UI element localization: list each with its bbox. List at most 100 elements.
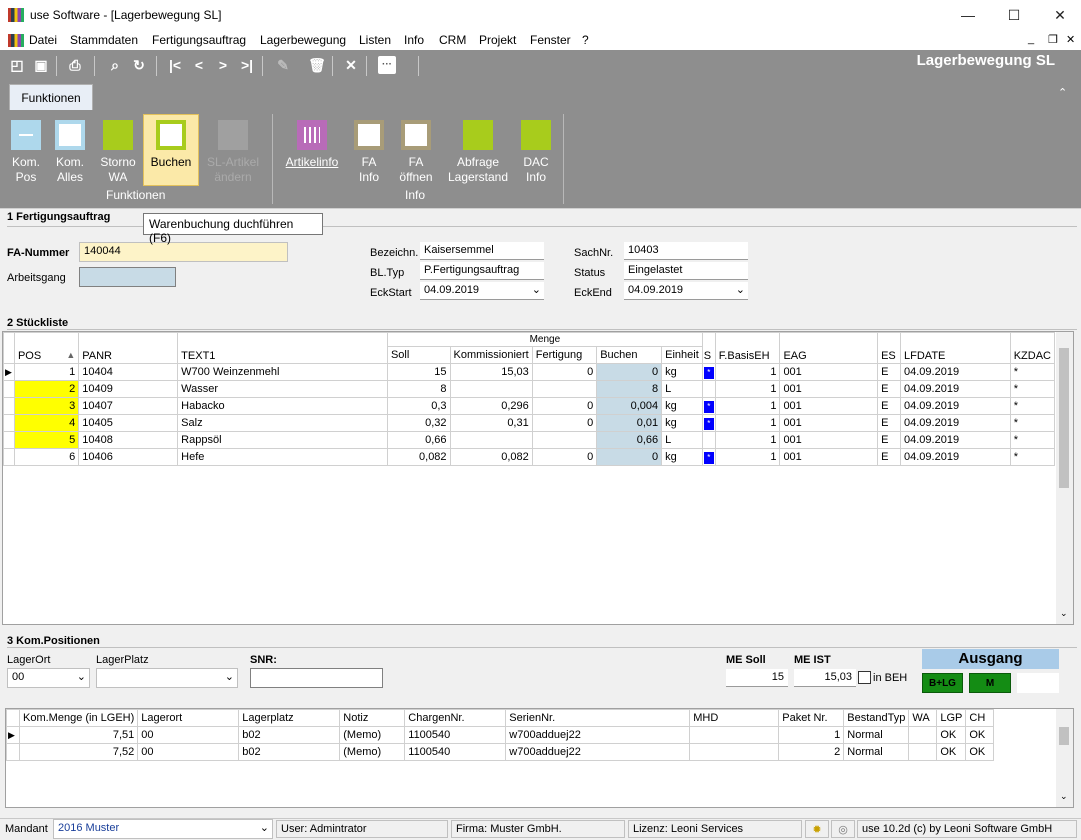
col-ch[interactable]: CH	[965, 709, 995, 727]
cell-buchen[interactable]: 0,004	[596, 397, 663, 415]
cell-buchen[interactable]: 8	[596, 380, 663, 398]
chevron-down-icon[interactable]: ⌄	[532, 283, 541, 296]
artikelinfo-button[interactable]: Artikelinfo	[281, 116, 343, 170]
save-icon[interactable]: ▣	[32, 56, 50, 74]
col-lagerplatz[interactable]: Lagerplatz	[238, 709, 341, 727]
delete-icon[interactable]: 🗑	[308, 56, 326, 74]
col-lagerort[interactable]: Lagerort	[137, 709, 240, 727]
col-seriennr[interactable]: SerienNr.	[505, 709, 691, 727]
next-record-icon[interactable]: >	[214, 56, 232, 74]
last-record-icon[interactable]: >|	[238, 56, 256, 74]
m-button[interactable]: M	[969, 673, 1011, 693]
close-button[interactable]: ✕	[1037, 0, 1081, 30]
scrollbar-thumb[interactable]	[1059, 727, 1069, 745]
col-notiz[interactable]: Notiz	[339, 709, 406, 727]
mdi-close-icon[interactable]: ✕	[1066, 33, 1075, 46]
eckstart-date[interactable]: 04.09.2019 ⌄	[420, 282, 544, 300]
table-row[interactable]: 7,52 00 b02 (Memo) 1100540 w700adduej22 …	[6, 743, 995, 761]
table-row[interactable]: ▶ 1 10404 W700 Weinzenmehl 15 15,03 0 0 …	[3, 363, 1056, 381]
col-s[interactable]: S	[701, 332, 716, 364]
table-row[interactable]: 6 10406 Hefe 0,082 0,082 0 0 kg * 1 001 …	[3, 448, 1056, 466]
table-row[interactable]: 3 10407 Habacko 0,3 0,296 0 0,004 kg * 1…	[3, 397, 1056, 415]
prev-record-icon[interactable]: <	[190, 56, 208, 74]
menu-fenster[interactable]: Fenster	[530, 33, 571, 47]
col-einheit[interactable]: Einheit	[661, 346, 703, 364]
col-mhd[interactable]: MHD	[689, 709, 780, 727]
arbeitsgang-input[interactable]	[79, 267, 176, 287]
eckend-date[interactable]: 04.09.2019 ⌄	[624, 282, 748, 300]
fa-oeffnen-button[interactable]: FA öffnen	[394, 116, 438, 185]
col-lgp[interactable]: LGP	[936, 709, 967, 727]
kom-positionen-grid[interactable]: Kom.Menge (in LGEH) Lagerort Lagerplatz …	[5, 708, 1074, 808]
edit-icon[interactable]: ✎	[274, 56, 292, 74]
col-kom-menge[interactable]: Kom.Menge (in LGEH)	[18, 709, 139, 727]
col-text1[interactable]: TEXT1	[177, 332, 388, 364]
menu-stammdaten[interactable]: Stammdaten	[70, 33, 138, 47]
buchen-button[interactable]: Buchen	[145, 116, 197, 170]
mandant-select[interactable]: 2016 Muster ⌄	[53, 819, 273, 839]
print-icon[interactable]: ⎙	[66, 56, 84, 74]
b-lg-button[interactable]: B+LG	[922, 673, 963, 693]
table-row[interactable]: 4 10405 Salz 0,32 0,31 0 0,01 kg * 1 001…	[3, 414, 1056, 432]
scroll-down-icon[interactable]: ⌄	[1060, 791, 1068, 802]
mdi-minimize-icon[interactable]: _	[1028, 33, 1034, 45]
col-wa[interactable]: WA	[908, 709, 938, 727]
scroll-down-icon[interactable]: ⌄	[1060, 608, 1068, 619]
col-kzdac[interactable]: KZDAC	[1009, 332, 1056, 364]
table-row[interactable]: 5 10408 Rappsöl 0,66 0,66 L 1 001 E 04.0…	[3, 431, 1056, 449]
col-paketnr[interactable]: Paket Nr.	[778, 709, 845, 727]
new-icon[interactable]: ◰	[8, 56, 26, 74]
menu-listen[interactable]: Listen	[359, 33, 391, 47]
cell-notiz[interactable]: (Memo)	[339, 726, 406, 744]
stueckliste-scrollbar[interactable]: ⌄	[1056, 332, 1073, 624]
col-buchen[interactable]: Buchen	[596, 346, 663, 364]
kom-alles-button[interactable]: Kom. Alles	[51, 116, 89, 185]
stueckliste-grid[interactable]: POS ▲ PANR TEXT1 Menge S F.BasisEH EAG ES…	[2, 331, 1074, 625]
col-soll[interactable]: Soll	[386, 346, 451, 364]
menu-help[interactable]: ?	[582, 33, 589, 47]
tab-funktionen[interactable]: Funktionen	[9, 84, 93, 110]
refresh-icon[interactable]: ↻	[130, 56, 148, 74]
cancel-icon[interactable]: ✕	[342, 56, 360, 74]
first-record-icon[interactable]: |<	[166, 56, 184, 74]
cell-buchen[interactable]: 0,66	[596, 431, 663, 449]
col-bestandtyp[interactable]: BestandTyp	[843, 709, 910, 727]
fa-nummer-input[interactable]: 140044	[79, 242, 288, 262]
col-pos[interactable]: POS ▲	[13, 332, 80, 364]
in-beh-checkbox[interactable]	[858, 671, 871, 684]
menu-crm[interactable]: CRM	[439, 33, 466, 47]
dac-info-button[interactable]: DAC Info	[516, 116, 556, 185]
col-fertigung[interactable]: Fertigung	[531, 346, 598, 364]
kom-scrollbar[interactable]: ⌄	[1056, 709, 1073, 807]
kom-pos-button[interactable]: Kom. Pos	[7, 116, 45, 185]
table-row[interactable]: ▶ 7,51 00 b02 (Memo) 1100540 w700adduej2…	[6, 726, 995, 744]
col-fbasiseh[interactable]: F.BasisEH	[714, 332, 781, 364]
storno-wa-button[interactable]: Storno WA	[96, 116, 140, 185]
mdi-restore-icon[interactable]: ❐	[1048, 33, 1058, 46]
table-row[interactable]: 2 10409 Wasser 8 8 L 1 001 E 04.09.2019 …	[3, 380, 1056, 398]
fa-info-button[interactable]: FA Info	[350, 116, 388, 185]
menu-fertigungsauftrag[interactable]: Fertigungsauftrag	[152, 33, 246, 47]
cell-buchen[interactable]: 0	[596, 448, 663, 466]
collapse-ribbon-icon[interactable]: ⌃	[1058, 86, 1067, 99]
abfrage-lagerstand-button[interactable]: Abfrage Lagerstand	[446, 116, 510, 185]
lagerplatz-select[interactable]: ⌄	[96, 668, 238, 688]
col-kommissioniert[interactable]: Kommissioniert	[449, 346, 533, 364]
menu-datei[interactable]: Datei	[29, 33, 57, 47]
cell-buchen[interactable]: 0,01	[596, 414, 663, 432]
minimize-button[interactable]: —	[945, 0, 991, 30]
cell-buchen[interactable]: 0	[596, 363, 663, 381]
col-lfdate[interactable]: LFDATE	[900, 332, 1011, 364]
cell-notiz[interactable]: (Memo)	[339, 743, 406, 761]
menu-lagerbewegung[interactable]: Lagerbewegung	[260, 33, 346, 47]
connection-icon[interactable]: ◎	[831, 820, 855, 838]
chevron-down-icon[interactable]: ⌄	[736, 283, 745, 296]
col-panr[interactable]: PANR	[78, 332, 179, 364]
notification-icon[interactable]: ✹	[805, 820, 829, 838]
col-eag[interactable]: EAG	[779, 332, 879, 364]
col-chargennr[interactable]: ChargenNr.	[404, 709, 507, 727]
menu-info[interactable]: Info	[404, 33, 424, 47]
col-es[interactable]: ES	[877, 332, 902, 364]
more-icon[interactable]: ···	[378, 56, 396, 74]
scrollbar-thumb[interactable]	[1059, 348, 1069, 488]
